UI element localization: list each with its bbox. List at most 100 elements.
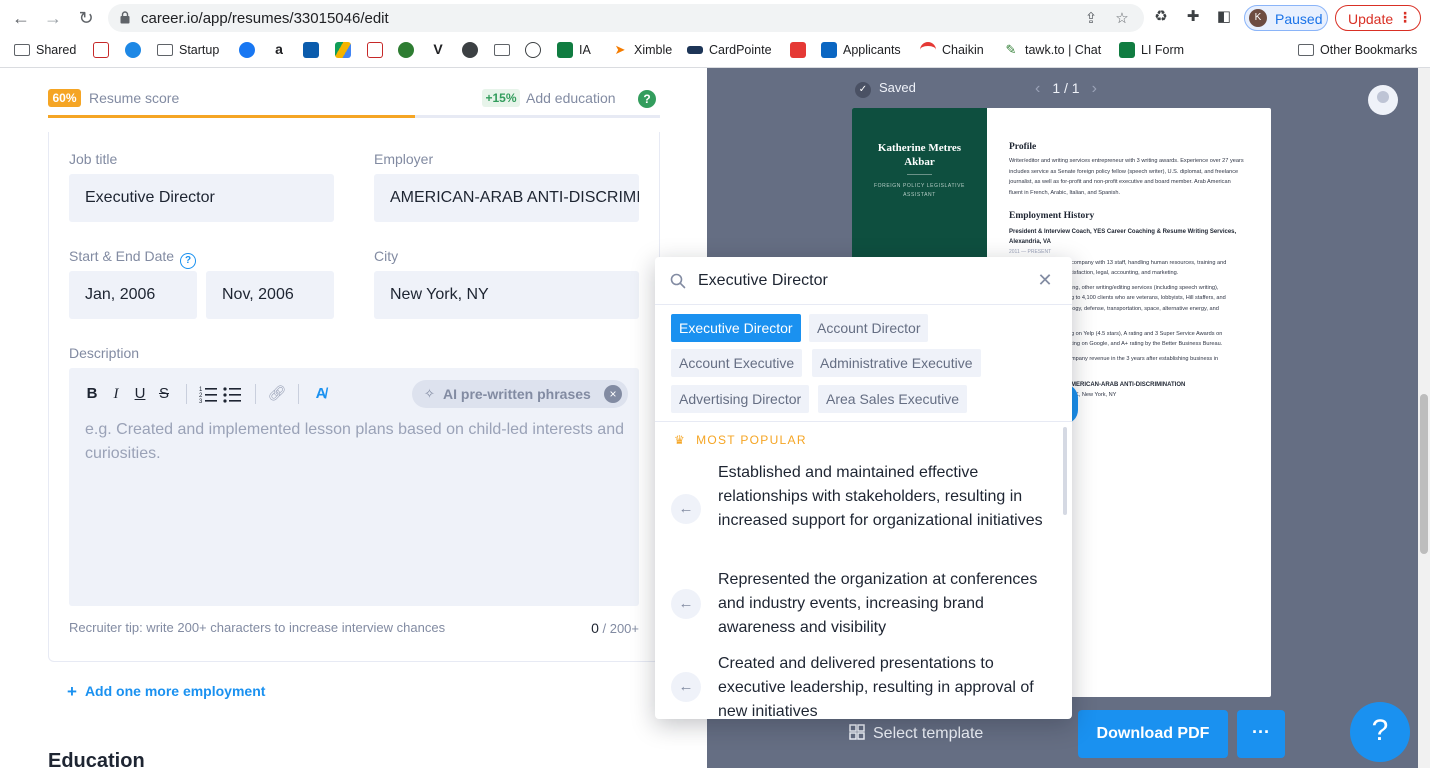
job-title-chip-area-sales-executive[interactable]: Area Sales Executive <box>818 385 968 413</box>
link-icon[interactable]: 🔗︎ <box>267 382 287 406</box>
bookmark-favicon-3[interactable] <box>367 38 389 62</box>
bookmark-li-form[interactable]: LI Form <box>1119 38 1184 62</box>
bookmark-applicants[interactable]: Applicants <box>821 38 901 62</box>
page-scrollbar[interactable] <box>1418 68 1430 768</box>
bookmark-favicon-6[interactable] <box>462 38 484 62</box>
arrow-logo-icon: ➤ <box>614 42 626 57</box>
back-icon[interactable]: ← <box>9 6 33 30</box>
bookmark-x-favicon[interactable] <box>303 38 325 62</box>
forward-icon[interactable]: → <box>41 6 65 30</box>
bookmark-startup[interactable]: Startup <box>157 38 219 62</box>
bookmark-cardpointe[interactable]: CardPointe <box>687 38 772 62</box>
job-title-chip-account-executive[interactable]: Account Executive <box>671 349 803 377</box>
insert-phrase-arrow-icon[interactable]: ← <box>671 589 701 619</box>
character-target: / 200+ <box>602 621 639 636</box>
underline-button[interactable]: U <box>130 382 150 406</box>
character-counter: 0 / 200+ <box>591 620 639 636</box>
bookmark-chaikin[interactable]: Chaikin <box>920 38 984 62</box>
score-help-icon[interactable]: ? <box>638 90 656 108</box>
job-title-chip-administrative-executive[interactable]: Administrative Executive <box>812 349 981 377</box>
download-pdf-button[interactable]: Download PDF <box>1078 710 1228 758</box>
bookmark-favicon-1[interactable] <box>93 38 115 62</box>
job-title-input[interactable]: Executive Director <box>69 174 334 222</box>
job-title-chip-account-director[interactable]: Account Director <box>809 314 929 342</box>
job-title-chip-advertising-director[interactable]: Advertising Director <box>671 385 810 413</box>
spellcheck-icon[interactable]: A̸ <box>311 382 331 406</box>
reload-icon[interactable]: ↻ <box>74 6 98 30</box>
start-date-input[interactable]: Jan, 2006 <box>69 271 197 319</box>
end-date-input[interactable]: Nov, 2006 <box>206 271 334 319</box>
bookmark-shared[interactable]: Shared <box>14 38 76 62</box>
bookmark-favicon-5[interactable]: V <box>430 38 452 62</box>
question-circle-icon[interactable]: ? <box>180 253 197 269</box>
user-avatar-icon[interactable] <box>1368 85 1398 115</box>
phrase-item[interactable]: Represented the organization at conferen… <box>718 568 1058 640</box>
help-chat-button[interactable]: ? <box>1350 702 1410 762</box>
resume-score-badge: 60% <box>48 89 81 107</box>
phrase-search-input[interactable]: Executive Director <box>698 272 828 290</box>
insert-phrase-arrow-icon[interactable]: ← <box>671 672 701 702</box>
job-title-chip-executive-director[interactable]: Executive Director <box>671 314 801 342</box>
phrase-item[interactable]: Established and maintained effective rel… <box>718 461 1058 533</box>
bookmark-other[interactable]: Other Bookmarks <box>1298 38 1417 62</box>
prev-page-icon[interactable]: ‹ <box>1035 80 1040 97</box>
character-count: 0 <box>591 620 599 636</box>
resume-snippet: logy, defense, transportation, space, al… <box>1071 306 1219 312</box>
puzzle-extensions-icon[interactable]: ✚ <box>1184 8 1202 26</box>
add-employment-button[interactable]: + Add one more employment <box>67 682 265 702</box>
update-button[interactable]: Update ⋮ <box>1335 5 1421 31</box>
insert-phrase-arrow-icon[interactable]: ← <box>671 494 701 524</box>
next-page-icon[interactable]: › <box>1092 80 1097 97</box>
linkedin-icon <box>821 42 837 58</box>
page-scrollbar-thumb[interactable] <box>1420 394 1428 554</box>
bookmark-drive[interactable] <box>335 38 357 62</box>
browser-chrome: ← → ↻ career.io/app/resumes/33015046/edi… <box>0 0 1430 68</box>
resume-sidebar: Katherine Metres Akbar FOREIGN POLICY LE… <box>852 108 987 258</box>
close-icon[interactable]: ✕ <box>1035 270 1055 291</box>
select-template-button[interactable]: Select template <box>849 724 983 743</box>
resume-employer-snippet: MERICAN-ARAB ANTI-DISCRIMINATION <box>1071 382 1186 388</box>
amazon-icon: a <box>271 42 287 58</box>
address-bar[interactable]: career.io/app/resumes/33015046/edit ⇪ ☆ <box>108 4 1144 32</box>
ai-phrases-toggle[interactable]: ✧ AI pre-written phrases × <box>412 380 628 408</box>
bookmark-favicon-4[interactable] <box>398 38 420 62</box>
bookmark-amazon[interactable]: a <box>271 38 293 62</box>
close-ai-phrases-icon[interactable]: × <box>604 385 622 403</box>
italic-button[interactable]: I <box>106 382 126 406</box>
bookmark-ximble[interactable]: ➤ Ximble <box>612 38 673 62</box>
bullet-list-icon[interactable] <box>222 384 242 404</box>
bookmark-ia[interactable]: IA <box>557 38 591 62</box>
share-icon[interactable]: ⇪ <box>1082 10 1100 28</box>
svg-text:3: 3 <box>199 399 203 404</box>
popup-scrollbar[interactable] <box>1063 427 1067 515</box>
search-icon <box>670 273 686 289</box>
bookmark-folder[interactable] <box>494 38 516 62</box>
url-text[interactable]: career.io/app/resumes/33015046/edit <box>141 10 389 27</box>
folder-icon <box>14 44 30 56</box>
bookmark-favicon-7[interactable] <box>525 38 547 62</box>
resume-subtitle: FOREIGN POLICY LEGISLATIVE ASSISTANT <box>874 183 965 198</box>
numbered-list-icon[interactable]: 1 2 3 <box>198 384 218 404</box>
description-placeholder: e.g. Created and implemented lesson plan… <box>85 421 624 462</box>
employer-input[interactable]: AMERICAN-ARAB ANTI-DISCRIMINATION <box>374 174 639 222</box>
recycle-extension-icon[interactable]: ♻ <box>1152 8 1170 26</box>
bookmark-facebook[interactable] <box>239 38 261 62</box>
resume-divider <box>907 174 932 175</box>
add-education-hint[interactable]: Add education <box>526 90 616 106</box>
phrase-item[interactable]: Created and delivered presentations to e… <box>718 652 1058 719</box>
side-panel-icon[interactable]: ◧ <box>1215 8 1233 26</box>
more-options-button[interactable]: ··· <box>1237 710 1285 758</box>
resume-snippet: g on Yelp (4.5 stars), A rating and 3 Su… <box>1071 331 1223 337</box>
card-icon <box>687 46 703 54</box>
bold-button[interactable]: B <box>82 382 102 406</box>
strikethrough-button[interactable]: S <box>154 382 174 406</box>
city-input[interactable]: New York, NY <box>374 271 639 319</box>
profile-button[interactable]: K Paused <box>1244 5 1328 31</box>
city-label: City <box>374 248 399 264</box>
bookmark-mb[interactable] <box>790 38 812 62</box>
bookmark-star-icon[interactable]: ☆ <box>1113 10 1131 28</box>
bookmark-tawk[interactable]: ✎ tawk.to | Chat <box>1003 38 1102 62</box>
bookmark-favicon-2[interactable] <box>125 38 147 62</box>
description-editor[interactable]: B I U S 1 2 3 🔗︎ A̸ ✧ AI pre-written phr… <box>69 368 639 606</box>
excel-icon <box>557 42 573 58</box>
